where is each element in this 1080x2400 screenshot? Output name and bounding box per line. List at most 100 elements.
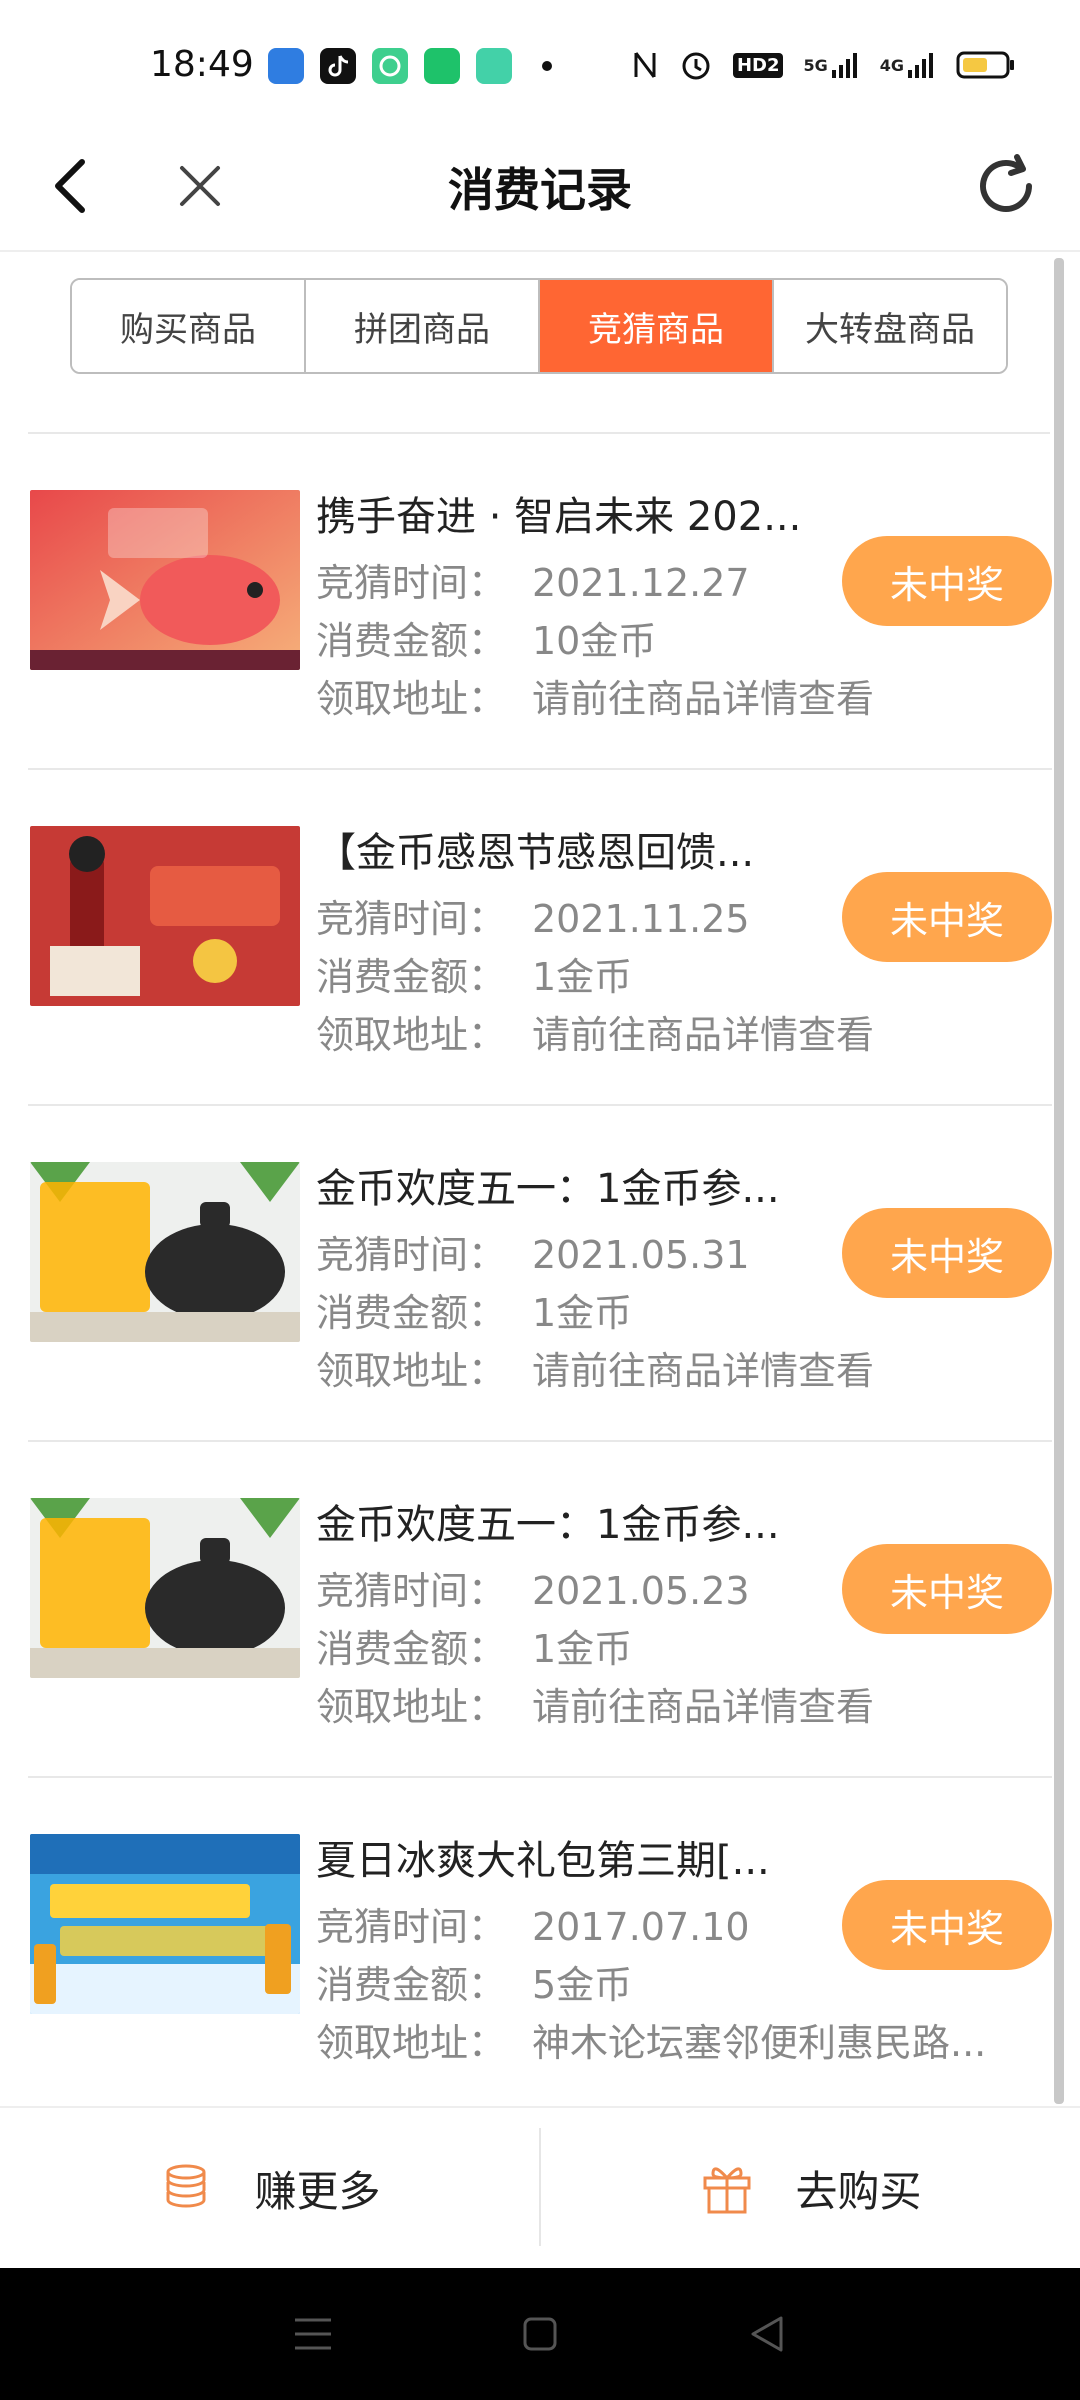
list-item[interactable]: 金币欢度五一：1金币参... 竞猜时间： 2021.05.23 消费金额： 1金币 … xyxy=(28,1442,1052,1778)
record-amount: 1金币 xyxy=(532,1291,633,1335)
record-title: 金币欢度五一：1金币参... xyxy=(316,1166,780,1212)
status-time: 18:49 xyxy=(150,44,254,85)
record-address-label: 领取地址： xyxy=(316,1349,507,1393)
home-nav-button[interactable] xyxy=(510,2304,570,2364)
record-amount-label: 消费金额： xyxy=(316,1963,507,2007)
network-label: 5G xyxy=(803,55,828,75)
news-app-icon xyxy=(268,48,304,84)
nfc-icon xyxy=(631,49,659,81)
record-time-label: 竞猜时间： xyxy=(316,897,507,941)
status-badge[interactable]: 未中奖 xyxy=(842,1880,1052,1970)
status-badge[interactable]: 未中奖 xyxy=(842,536,1052,626)
record-time-row: 竞猜时间： 2021.05.23 xyxy=(316,1560,750,1615)
shopping-app-icon xyxy=(424,48,460,84)
record-amount: 10金币 xyxy=(532,619,657,663)
record-amount-row: 消费金额： 1金币 xyxy=(316,946,632,1001)
record-address: 请前往商品详情查看 xyxy=(532,1685,875,1729)
record-time: 2021.05.31 xyxy=(532,1233,750,1277)
signal-5g-icon: 5G xyxy=(803,50,859,80)
record-address-row: 领取地址： 神木论坛塞邻便利惠民路... xyxy=(316,2012,1056,2067)
battery-icon xyxy=(956,49,1016,81)
record-amount-row: 消费金额： 1金币 xyxy=(316,1618,632,1673)
record-title: 携手奋进 · 智启未来 202... xyxy=(316,494,802,540)
home-square-icon xyxy=(523,2317,557,2351)
record-address-label: 领取地址： xyxy=(316,1685,507,1729)
record-address-row: 领取地址： 请前往商品详情查看 xyxy=(316,668,1056,723)
record-address: 请前往商品详情查看 xyxy=(532,1349,875,1393)
record-time: 2021.12.27 xyxy=(532,561,750,605)
gallery-app-icon xyxy=(476,48,512,84)
record-address-row: 领取地址： 请前往商品详情查看 xyxy=(316,1340,1056,1395)
status-badge[interactable]: 未中奖 xyxy=(842,872,1052,962)
record-amount-label: 消费金额： xyxy=(316,619,507,663)
beer-image xyxy=(30,1834,300,2014)
camera-app-icon xyxy=(372,48,408,84)
record-address: 神木论坛塞邻便利惠民路... xyxy=(532,2021,987,2065)
network2-label: 4G xyxy=(879,55,904,75)
record-address-label: 领取地址： xyxy=(316,2021,507,2065)
record-amount-row: 消费金额： 10金币 xyxy=(316,610,656,665)
record-time-row: 竞猜时间： 2021.11.25 xyxy=(316,888,750,943)
record-address-row: 领取地址： 请前往商品详情查看 xyxy=(316,1004,1056,1059)
electric-pan-image xyxy=(30,1162,300,1342)
menu-icon xyxy=(295,2318,332,2350)
notification-dot-icon xyxy=(542,61,552,71)
page-title: 消费记录 xyxy=(448,163,632,217)
massage-gun-image xyxy=(30,826,300,1006)
refresh-icon xyxy=(980,154,1032,212)
header: 消费记录 xyxy=(0,120,1080,252)
list-item[interactable]: 携手奋进 · 智启未来 202... 竞猜时间： 2021.12.27 消费金额：… xyxy=(28,434,1052,770)
record-address-label: 领取地址： xyxy=(316,677,507,721)
list-item[interactable]: 金币欢度五一：1金币参... 竞猜时间： 2021.05.31 消费金额： 1金币 … xyxy=(28,1106,1052,1442)
record-address-row: 领取地址： 请前往商品详情查看 xyxy=(316,1676,1056,1731)
record-address: 请前往商品详情查看 xyxy=(532,1013,875,1057)
record-address: 请前往商品详情查看 xyxy=(532,677,875,721)
electric-pan-image xyxy=(30,1498,300,1678)
earn-more-label: 赚更多 xyxy=(254,2166,381,2216)
alarm-icon xyxy=(679,48,713,82)
record-time-label: 竞猜时间： xyxy=(316,561,507,605)
record-amount-label: 消费金额： xyxy=(316,1627,507,1671)
status-app-icons xyxy=(268,48,552,84)
category-tabs: 购买商品 拼团商品 竞猜商品 大转盘商品 xyxy=(70,278,1008,374)
coins-icon xyxy=(166,2164,206,2208)
record-time: 2017.07.10 xyxy=(532,1905,750,1949)
go-buy-button[interactable]: 去购买 xyxy=(541,2108,1080,2268)
record-amount-row: 消费金额： 1金币 xyxy=(316,1282,632,1337)
tab-guess[interactable]: 竞猜商品 xyxy=(540,280,774,372)
signal-4g-icon: 4G xyxy=(880,50,936,80)
record-time: 2021.05.23 xyxy=(532,1569,750,1613)
refresh-button[interactable] xyxy=(962,142,1050,230)
tab-lucky-wheel[interactable]: 大转盘商品 xyxy=(774,280,1006,372)
record-time-row: 竞猜时间： 2021.05.31 xyxy=(316,1224,750,1279)
hd-badge-icon: HD2 xyxy=(732,52,784,78)
tab-group-buy[interactable]: 拼团商品 xyxy=(306,280,540,372)
status-badge[interactable]: 未中奖 xyxy=(842,1208,1052,1298)
bottom-action-bar: 赚更多 去购买 xyxy=(0,2106,1080,2268)
go-buy-label: 去购买 xyxy=(795,2166,922,2216)
scrollbar[interactable] xyxy=(1054,258,1064,2104)
list-item[interactable]: 夏日冰爽大礼包第三期[... 竞猜时间： 2017.07.10 消费金额： 5金币 … xyxy=(28,1778,1052,2114)
record-amount: 5金币 xyxy=(532,1963,633,2007)
record-title: 金币欢度五一：1金币参... xyxy=(316,1502,780,1548)
record-list: 携手奋进 · 智启未来 202... 竞猜时间： 2021.12.27 消费金额：… xyxy=(0,434,1080,2114)
record-time-label: 竞猜时间： xyxy=(316,1905,507,1949)
status-badge[interactable]: 未中奖 xyxy=(842,1544,1052,1634)
record-time-label: 竞猜时间： xyxy=(316,1569,507,1613)
tiktok-app-icon xyxy=(320,48,356,84)
koi-fish-image xyxy=(30,490,300,670)
earn-more-button[interactable]: 赚更多 xyxy=(0,2108,539,2268)
list-item[interactable]: 【金币感恩节感恩回馈... 竞猜时间： 2021.11.25 消费金额： 1金币 领… xyxy=(28,770,1052,1106)
gift-icon xyxy=(703,2167,751,2214)
record-amount: 1金币 xyxy=(532,1627,633,1671)
record-title: 夏日冰爽大礼包第三期[... xyxy=(316,1838,770,1884)
tab-purchase[interactable]: 购买商品 xyxy=(72,280,306,372)
menu-nav-button[interactable] xyxy=(283,2304,343,2364)
back-nav-button[interactable] xyxy=(737,2304,797,2364)
system-nav-bar xyxy=(0,2268,1080,2400)
record-amount-row: 消费金额： 5金币 xyxy=(316,1954,632,2009)
record-time: 2021.11.25 xyxy=(532,897,750,941)
record-title: 【金币感恩节感恩回馈... xyxy=(316,830,755,876)
back-triangle-icon xyxy=(751,2316,783,2352)
record-amount-label: 消费金额： xyxy=(316,955,507,999)
